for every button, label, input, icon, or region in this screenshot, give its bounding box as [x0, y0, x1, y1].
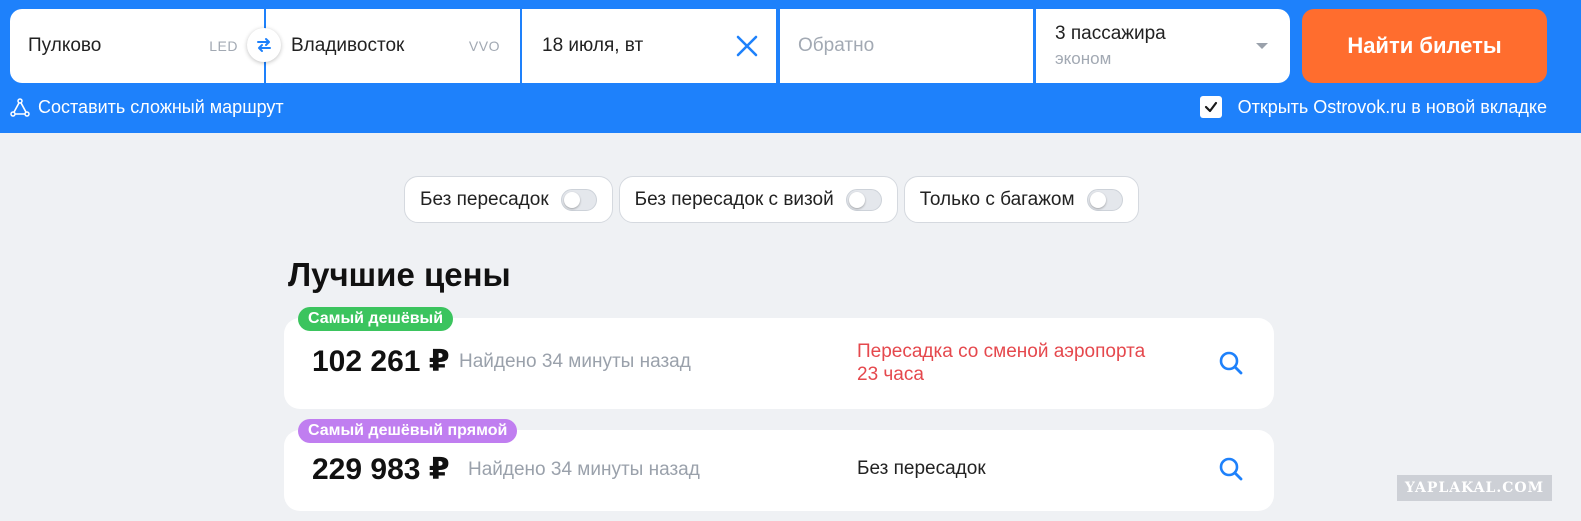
filter-baggage[interactable]: Только с багажом	[903, 176, 1139, 223]
date-input[interactable]: 18 июля, вт	[542, 35, 643, 57]
open-new-tab-checkbox[interactable]	[1199, 96, 1222, 118]
destination-input[interactable]: Владивосток	[291, 35, 404, 57]
cheapest-direct-badge: Самый дешёвый прямой	[298, 419, 518, 443]
return-date-field[interactable]: Обратно	[780, 9, 1033, 83]
filter-direct-toggle[interactable]	[560, 188, 597, 211]
destination-code: VVO	[468, 38, 500, 54]
search-icon[interactable]	[1218, 350, 1244, 376]
swap-arrows-icon	[257, 38, 271, 52]
filter-chips: Без пересадок Без пересадок с визой Толь…	[404, 176, 1139, 223]
filter-direct[interactable]: Без пересадок	[404, 176, 613, 223]
price-value: 102 261 ₽	[312, 345, 450, 378]
filter-direct-visa-toggle[interactable]	[845, 188, 882, 211]
transfer-note: Пересадка со сменой аэропорта 23 часа	[857, 340, 1145, 386]
search-icon[interactable]	[1218, 456, 1244, 482]
checkmark-icon	[1204, 101, 1217, 113]
filter-direct-visa[interactable]: Без пересадок с визой	[618, 176, 898, 223]
filter-direct-visa-label: Без пересадок с визой	[634, 188, 834, 210]
open-new-tab-label: Открыть Ostrovok.ru в новой вкладке	[1237, 96, 1547, 117]
found-time: Найдено 34 минуты назад	[459, 351, 691, 372]
complex-route-link[interactable]: Составить сложный маршрут	[10, 97, 284, 118]
route-icon	[10, 97, 30, 117]
complex-route-label: Составить сложный маршрут	[38, 97, 284, 117]
price-card-cheapest[interactable]: Самый дешёвый 102 261 ₽ Найдено 34 минут…	[284, 307, 1274, 409]
swap-button[interactable]	[247, 28, 281, 62]
origin-field[interactable]: Пулково LED	[10, 9, 264, 83]
found-time: Найдено 34 минуты назад	[468, 459, 700, 480]
filter-direct-label: Без пересадок	[420, 188, 549, 210]
clear-date-icon[interactable]	[736, 35, 758, 57]
return-date-input[interactable]: Обратно	[798, 35, 874, 57]
destination-field[interactable]: Владивосток VVO	[266, 9, 520, 83]
search-tickets-button[interactable]: Найти билеты	[1302, 9, 1547, 83]
transfer-note-line1: Пересадка со сменой аэропорта	[857, 341, 1146, 362]
price-value: 229 983 ₽	[312, 453, 450, 486]
open-new-tab-option[interactable]: Открыть Ostrovok.ru в новой вкладке	[1199, 96, 1547, 118]
chevron-down-icon	[1256, 43, 1268, 49]
transfer-note-line2: 23 часа	[857, 364, 924, 385]
origin-input[interactable]: Пулково	[28, 35, 101, 57]
cheapest-badge: Самый дешёвый	[298, 307, 454, 331]
filter-baggage-label: Только с багажом	[919, 188, 1075, 210]
passengers-field[interactable]: 3 пассажира эконом	[1036, 9, 1290, 83]
price-card-cheapest-direct[interactable]: Самый дешёвый прямой 229 983 ₽ Найдено 3…	[284, 419, 1274, 511]
cabin-class: эконом	[1055, 49, 1112, 68]
watermark: YAPLAKAL.COM	[1397, 475, 1552, 501]
direct-note: Без пересадок	[857, 458, 986, 479]
passengers-count: 3 пассажира	[1055, 23, 1166, 44]
best-prices-title: Лучшие цены	[288, 256, 511, 293]
origin-code: LED	[209, 38, 238, 54]
filter-baggage-toggle[interactable]	[1086, 188, 1123, 211]
date-field[interactable]: 18 июля, вт	[522, 9, 776, 83]
search-header: Пулково LED Владивосток VVO 18 июля, вт …	[0, 0, 1581, 133]
